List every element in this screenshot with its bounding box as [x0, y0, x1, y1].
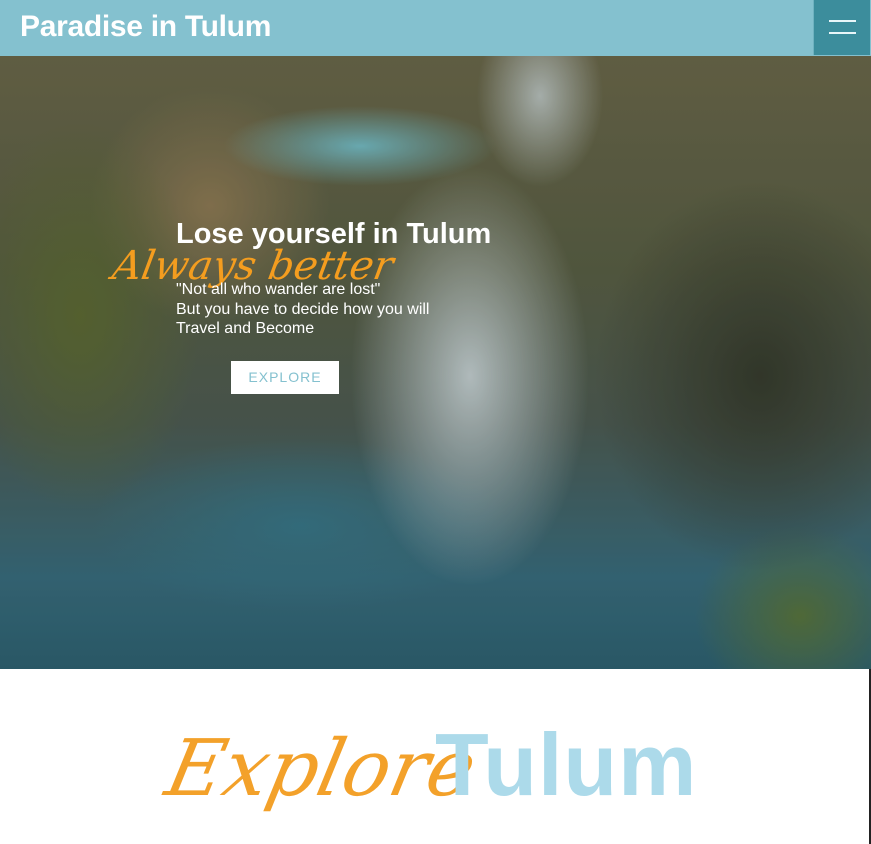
top-navigation-bar: Paradise in Tulum — [0, 0, 871, 56]
explore-button[interactable]: EXPLORE — [231, 361, 339, 394]
hero-waterfall-banner: Lose yourself in Tulum Always better "No… — [0, 56, 871, 669]
tulum-bold-word: Tulum — [435, 715, 698, 814]
quote-line: But you have to decide how you will — [176, 300, 430, 318]
quote-line: "Not all who wander are lost" — [176, 281, 381, 298]
menu-button[interactable] — [813, 0, 870, 55]
hamburger-menu-icon — [829, 20, 856, 22]
site-title[interactable]: Paradise in Tulum — [20, 10, 271, 44]
explore-tulum-heading: Explore Tulum — [0, 705, 871, 835]
hero-quote: "Not all who wander are lost" But you ha… — [176, 280, 429, 339]
quote-line: Travel and Become — [176, 320, 315, 337]
hamburger-menu-icon-line — [829, 32, 856, 34]
hero-overlay — [0, 56, 871, 669]
